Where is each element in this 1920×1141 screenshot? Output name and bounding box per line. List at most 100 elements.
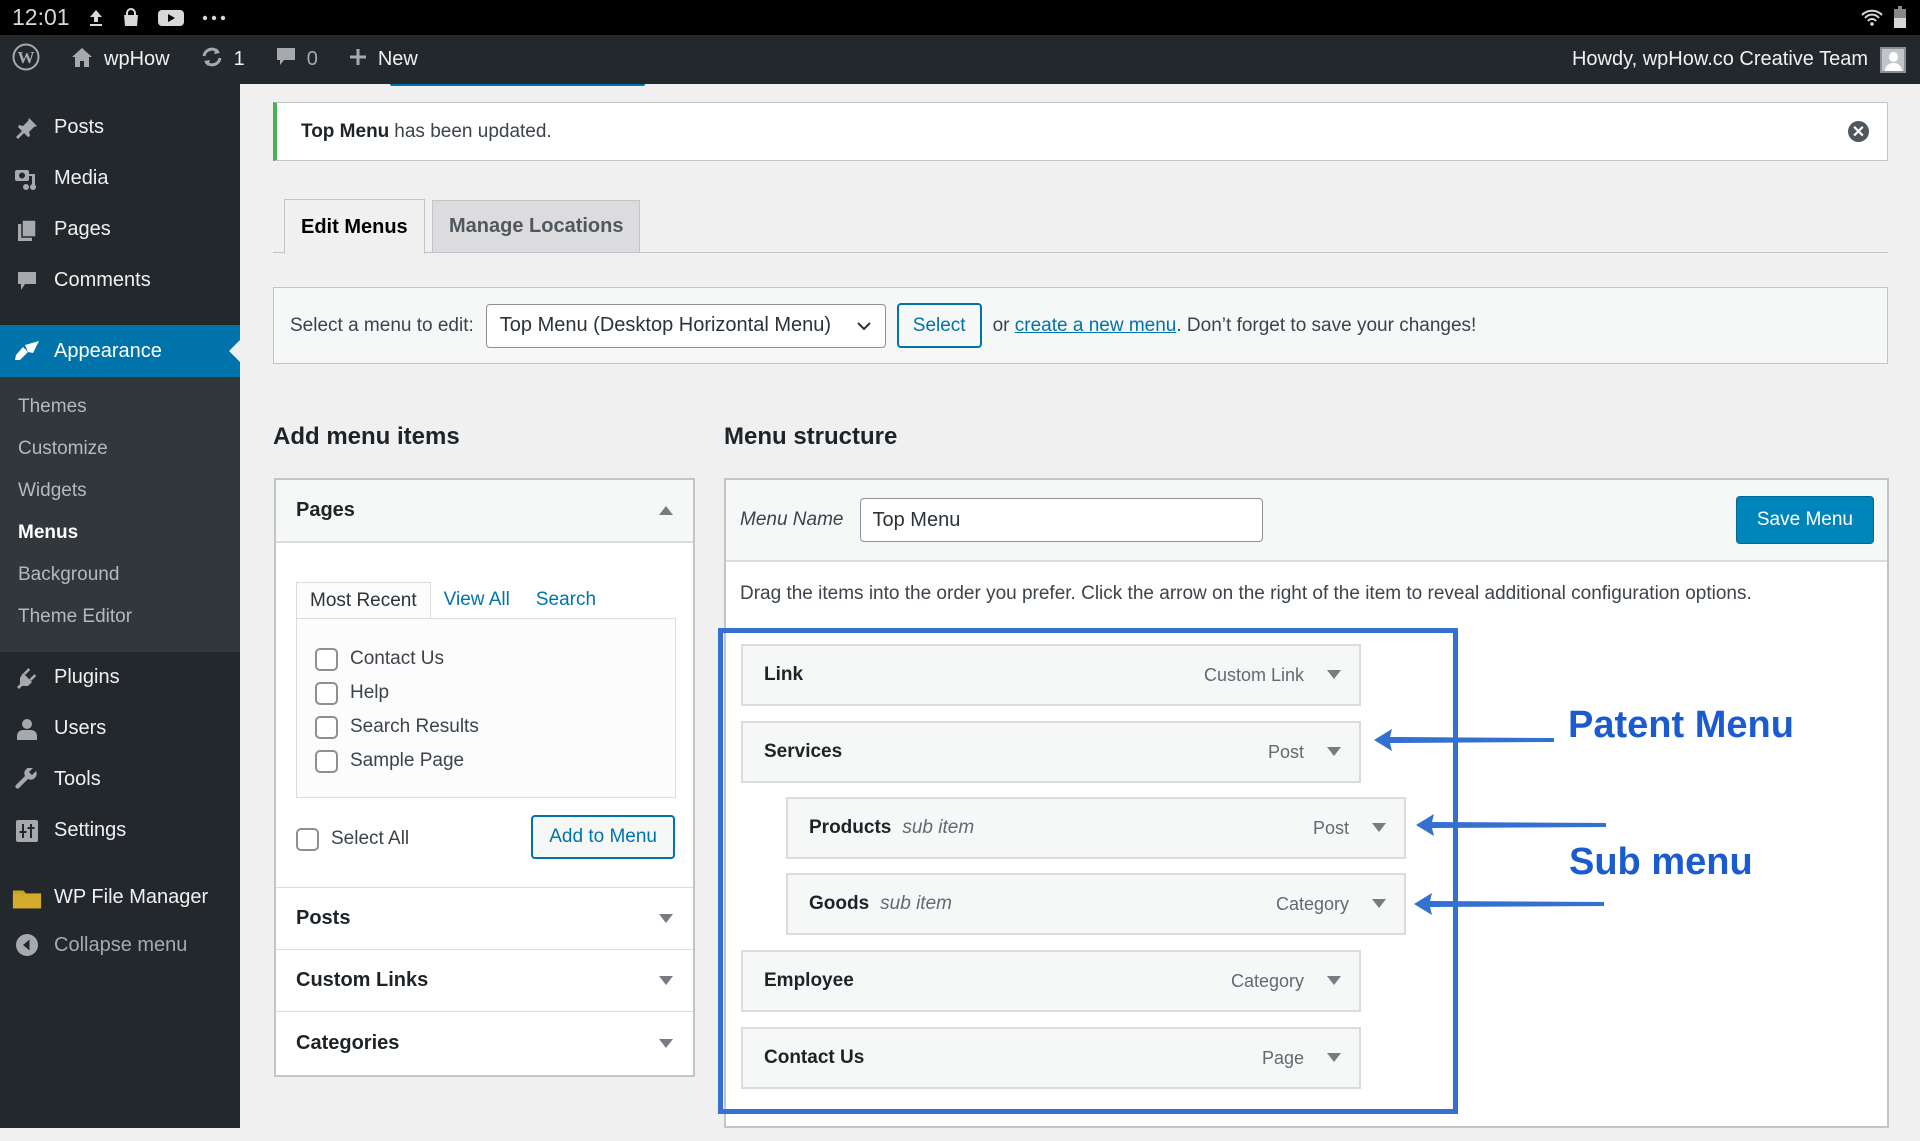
menu-instructions: Drag the items into the order you prefer… [740,583,1752,605]
youtube-icon [158,8,184,28]
shopping-bag-icon [122,8,140,28]
menu-item-contact-us[interactable]: Contact Us Page [741,1027,1361,1089]
updates-count: 1 [234,48,245,71]
media-icon [12,167,42,191]
item-expand-arrow-icon[interactable] [1372,823,1386,832]
comments-count: 0 [307,48,318,71]
wifi-icon [1860,7,1884,34]
menu-item-products[interactable]: Products sub item Post [786,797,1406,859]
sidebar-item-pages[interactable]: Pages [0,204,240,255]
new-label: New [378,48,418,71]
sub-menu-annotation: Sub menu [1569,841,1753,884]
site-name: wpHow [104,48,170,71]
parent-annotation-arrow-icon [1370,725,1570,755]
submenu-menus[interactable]: Menus [0,512,240,554]
tab-edit-menus[interactable]: Edit Menus [284,199,425,254]
site-name-link[interactable]: wpHow [70,35,170,84]
battery-icon [1894,6,1906,34]
sidebar-item-posts[interactable]: Posts [0,102,240,153]
accordion-custom-links[interactable]: Custom Links [276,950,693,1012]
sidebar-item-wp-file-manager[interactable]: WP File Manager [0,872,240,923]
accordion-posts[interactable]: Posts [276,888,693,950]
more-icon [202,15,226,21]
new-content-link[interactable]: New [348,35,418,84]
page-checkbox-row[interactable]: Sample Page [315,744,675,778]
submenu-customize[interactable]: Customize [0,428,240,470]
sidebar-item-users[interactable]: Users [0,703,240,754]
sidebar-item-plugins[interactable]: Plugins [0,652,240,703]
create-new-menu-link[interactable]: create a new menu [1015,315,1177,336]
sidebar-item-tools[interactable]: Tools [0,754,240,805]
save-menu-button[interactable]: Save Menu [1736,496,1874,544]
item-expand-arrow-icon[interactable] [1327,670,1341,679]
home-icon [70,46,94,74]
chevron-down-icon [856,314,872,337]
select-all-checkbox[interactable]: Select All [296,822,409,856]
parent-menu-annotation: Patent Menu [1568,704,1794,747]
tab-view-all[interactable]: View All [431,582,523,618]
accordion-categories[interactable]: Categories [276,1012,693,1074]
expand-triangle-icon [659,1039,673,1048]
sidebar-item-comments[interactable]: Comments [0,255,240,306]
menu-name-label: Menu Name [740,509,844,531]
add-to-menu-button[interactable]: Add to Menu [531,815,675,859]
accordion-pages[interactable]: Pages [276,480,693,543]
pages-checklist: Contact Us Help Search Results Sample Pa… [296,618,676,798]
checkbox[interactable] [315,682,338,705]
submenu-widgets[interactable]: Widgets [0,470,240,512]
sidebar-item-appearance[interactable]: Appearance [0,325,240,377]
item-expand-arrow-icon[interactable] [1327,1053,1341,1062]
menu-item-employee[interactable]: Employee Category [741,950,1361,1012]
submenu-background[interactable]: Background [0,554,240,596]
notice-menu-name: Top Menu [301,121,389,143]
sidebar-item-settings[interactable]: Settings [0,805,240,856]
menu-select-dropdown[interactable]: Top Menu (Desktop Horizontal Menu) [486,304,886,348]
menu-item-services[interactable]: Services Post [741,721,1361,783]
admin-bar: W wpHow 1 0 New Howdy, wpHow.co Creative… [0,35,1920,84]
account-menu[interactable]: Howdy, wpHow.co Creative Team [1572,35,1906,84]
pages-icon [12,218,42,242]
menu-select-value: Top Menu (Desktop Horizontal Menu) [500,314,831,337]
submenu-themes[interactable]: Themes [0,386,240,428]
sidebar-item-media[interactable]: Media [0,153,240,204]
wordpress-logo-button[interactable]: W [12,35,40,84]
nav-tabs: Edit Menus Manage Locations [273,199,1888,253]
checkbox[interactable] [296,828,319,851]
checkbox[interactable] [315,750,338,773]
updates-link[interactable]: 1 [200,35,245,84]
item-expand-arrow-icon[interactable] [1327,747,1341,756]
comment-icon [12,269,42,293]
tab-search[interactable]: Search [523,582,609,618]
dismiss-notice-icon[interactable]: ✕ [1848,121,1869,142]
collapse-menu-button[interactable]: Collapse menu [0,923,240,967]
howdy-text: Howdy, wpHow.co Creative Team [1572,48,1868,71]
checkbox[interactable] [315,716,338,739]
admin-sidebar: Posts Media Pages Comments Appearance Th… [0,84,240,1128]
item-expand-arrow-icon[interactable] [1327,976,1341,985]
menu-item-link[interactable]: Link Custom Link [741,644,1361,706]
submenu-theme-editor[interactable]: Theme Editor [0,596,240,638]
menu-item-goods[interactable]: Goods sub item Category [786,873,1406,935]
page-checkbox-row[interactable]: Help [315,676,675,710]
pushpin-icon [12,116,42,140]
folder-icon [12,886,42,910]
updates-icon [200,46,224,74]
menu-name-input[interactable] [860,498,1263,542]
item-expand-arrow-icon[interactable] [1372,899,1386,908]
comment-bubble-icon [275,45,297,75]
expand-triangle-icon [659,976,673,985]
tab-manage-locations[interactable]: Manage Locations [432,200,640,252]
add-menu-items-heading: Add menu items [273,423,460,451]
tab-most-recent[interactable]: Most Recent [296,582,431,618]
comments-link[interactable]: 0 [275,35,318,84]
select-button[interactable]: Select [897,303,982,348]
select-menu-label: Select a menu to edit: [290,315,474,337]
checkbox[interactable] [315,648,338,671]
select-menu-bar: Select a menu to edit: Top Menu (Desktop… [273,287,1888,364]
page-checkbox-row[interactable]: Search Results [315,710,675,744]
page-checkbox-row[interactable]: Contact Us [315,642,675,676]
svg-text:W: W [18,48,35,67]
pages-tabs: Most Recent View All Search [296,582,609,618]
scroll-indicator [390,84,645,86]
sub-annotation-arrow-icon [1410,889,1610,919]
